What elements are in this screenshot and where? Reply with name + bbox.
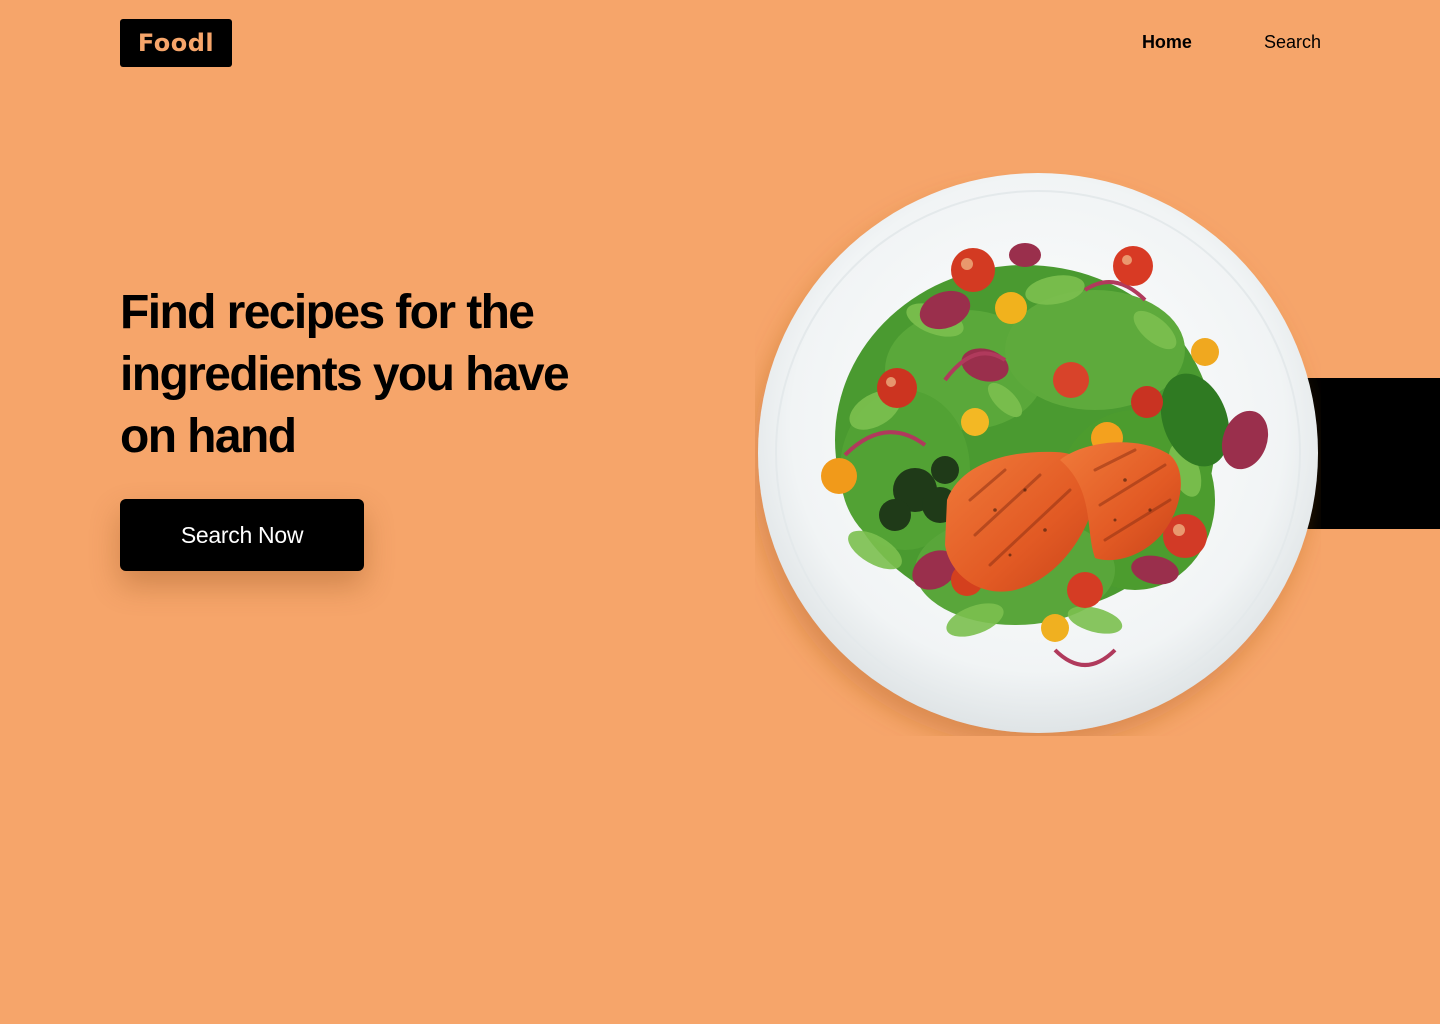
landing-page: Foodl Home Search Find recipes for the i… [0, 0, 1440, 1024]
logo-text: Foodl [137, 29, 215, 57]
search-now-button[interactable]: Search Now [120, 499, 364, 571]
top-nav: Home Search [1142, 30, 1321, 54]
hero-title-line-2: ingredients you have [120, 348, 570, 401]
nav-link-search[interactable]: Search [1264, 30, 1321, 54]
nav-link-home[interactable]: Home [1142, 30, 1192, 54]
salad-plate-image [755, 170, 1321, 736]
hero-title-line-3: on hand [120, 410, 297, 463]
hero-title-line-1: Find recipes for the [120, 286, 535, 339]
foodl-logo[interactable]: Foodl [120, 19, 232, 67]
hero-title: Find recipes for the ingredients you hav… [120, 282, 640, 468]
